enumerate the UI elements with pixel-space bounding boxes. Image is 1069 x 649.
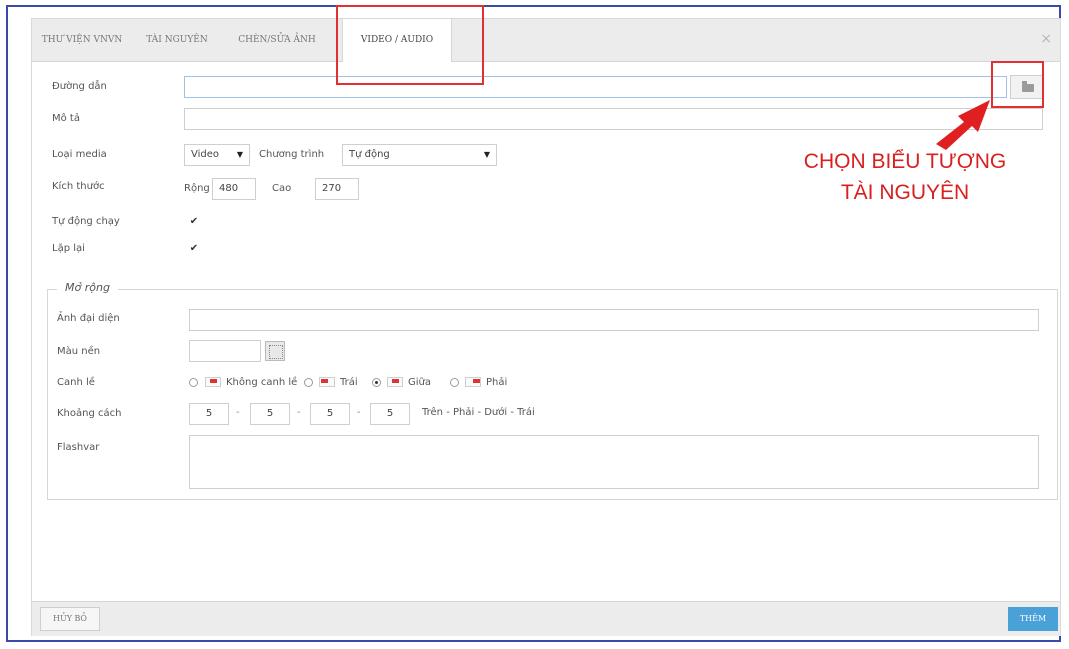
red-arrow-icon	[936, 100, 990, 150]
flashvar-label: Flashvar	[57, 442, 100, 453]
annotation-line-1: CHỌN BIỂU TƯỢNG	[803, 150, 1007, 173]
align-center-icon	[387, 377, 403, 387]
spacing-hint: Trên - Phải - Dưới - Trái	[422, 407, 535, 418]
thumbnail-label: Ảnh đại diện	[57, 313, 120, 324]
media-type-label: Loại media	[52, 149, 107, 160]
align-left-label: Trái	[340, 377, 358, 388]
spacing-left-input[interactable]: 5	[370, 403, 410, 425]
program-value: Tự động	[349, 149, 390, 160]
align-right-icon	[465, 377, 481, 387]
width-label: Rộng	[184, 183, 210, 194]
align-none-label: Không canh lề	[226, 377, 298, 388]
align-right-label: Phải	[486, 377, 508, 388]
media-type-select[interactable]: Video ▼	[184, 144, 250, 166]
chevron-down-icon: ▼	[236, 150, 243, 159]
tab-library[interactable]: THƯ VIỆN VNVN	[32, 19, 132, 61]
chevron-down-icon: ▼	[483, 150, 490, 159]
annotation-line-2: TÀI NGUYÊN	[840, 181, 970, 204]
height-label: Cao	[272, 183, 292, 194]
video-audio-dialog: THƯ VIỆN VNVN TÀI NGUYÊN CHÈN/SỬA ẢNH VI…	[31, 18, 1061, 636]
spacing-separator: -	[297, 407, 301, 418]
advanced-legend: Mở rộng	[57, 281, 118, 294]
width-input[interactable]: 480	[212, 178, 256, 200]
spacing-top-input[interactable]: 5	[189, 403, 229, 425]
autoplay-label: Tự động chạy	[52, 216, 120, 227]
tab-highlight-box	[336, 5, 484, 85]
color-picker-icon[interactable]	[265, 341, 285, 361]
thumbnail-input[interactable]	[189, 309, 1039, 331]
align-left-icon	[319, 377, 335, 387]
path-input[interactable]	[184, 76, 1007, 98]
align-center-label: Giữa	[408, 377, 431, 388]
align-none-radio[interactable]	[189, 378, 198, 387]
path-label: Đường dẫn	[52, 81, 107, 92]
align-left-radio[interactable]	[304, 378, 313, 387]
spacing-right-input[interactable]: 5	[250, 403, 290, 425]
media-type-value: Video	[191, 149, 220, 160]
tab-insert-edit-image[interactable]: CHÈN/SỬA ẢNH	[222, 19, 332, 61]
flashvar-textarea[interactable]	[189, 435, 1039, 489]
autoplay-checkbox[interactable]: ✔	[189, 217, 199, 227]
spacing-label: Khoảng cách	[57, 408, 122, 419]
spacing-bottom-input[interactable]: 5	[310, 403, 350, 425]
align-label: Canh lề	[57, 377, 95, 388]
annotation-text: CHỌN BIỂU TƯỢNG TÀI NGUYÊN	[775, 146, 1035, 208]
bgcolor-input[interactable]	[189, 340, 261, 362]
align-none-icon	[205, 377, 221, 387]
height-input[interactable]: 270	[315, 178, 359, 200]
size-label: Kích thước	[52, 181, 105, 192]
tab-resources[interactable]: TÀI NGUYÊN	[136, 19, 218, 61]
loop-label: Lặp lại	[52, 243, 85, 254]
align-center-radio[interactable]	[372, 378, 381, 387]
description-label: Mô tả	[52, 113, 80, 124]
program-label: Chương trình	[259, 149, 325, 160]
close-icon[interactable]: ×	[1040, 31, 1052, 47]
spacing-separator: -	[236, 407, 240, 418]
tab-bar: THƯ VIỆN VNVN TÀI NGUYÊN CHÈN/SỬA ẢNH VI…	[32, 19, 1060, 62]
spacing-separator: -	[357, 407, 361, 418]
align-right-radio[interactable]	[450, 378, 459, 387]
bgcolor-label: Màu nền	[57, 346, 101, 357]
description-input[interactable]	[184, 108, 1043, 130]
cancel-button[interactable]: HỦY BỎ	[40, 607, 100, 631]
add-button[interactable]: THÊM	[1008, 607, 1058, 631]
dialog-footer: HỦY BỎ THÊM	[32, 601, 1060, 636]
program-select[interactable]: Tự động ▼	[342, 144, 497, 166]
loop-checkbox[interactable]: ✔	[189, 244, 199, 254]
